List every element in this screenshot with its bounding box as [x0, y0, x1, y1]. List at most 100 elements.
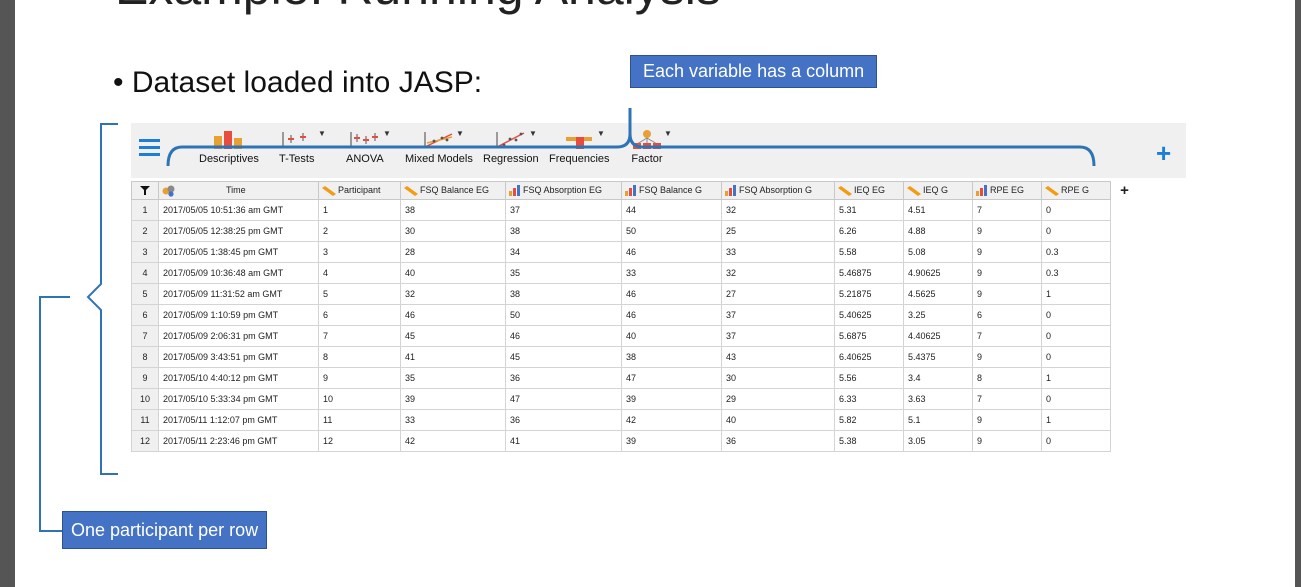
add-column-button[interactable]: + — [1110, 181, 1139, 200]
table-cell[interactable]: 11 — [318, 409, 401, 431]
table-row[interactable]: 1 2017/05/05 10:51:36 am GMT 1 38 37 44 32 5.31… — [131, 199, 1139, 221]
table-cell[interactable]: 38 — [505, 283, 622, 305]
anova-dropdown-icon[interactable]: ▼ — [383, 129, 391, 138]
table-cell[interactable]: 39 — [621, 430, 722, 452]
table-cell[interactable]: 4.5625 — [903, 283, 973, 305]
column-header-fsq-absorption-g[interactable]: FSQ Absorption G — [721, 181, 835, 200]
table-cell[interactable]: 4.90625 — [903, 262, 973, 284]
table-cell[interactable]: 8 — [972, 367, 1042, 389]
table-cell[interactable]: 2017/05/09 1:10:59 pm GMT — [158, 304, 319, 326]
row-number[interactable]: 5 — [131, 283, 159, 305]
table-cell[interactable]: 34 — [505, 241, 622, 263]
table-cell[interactable]: 25 — [721, 220, 835, 242]
table-cell[interactable]: 9 — [318, 367, 401, 389]
table-cell[interactable]: 0 — [1041, 325, 1111, 347]
table-cell[interactable]: 2017/05/05 10:51:36 am GMT — [158, 199, 319, 221]
table-cell[interactable]: 6.26 — [834, 220, 904, 242]
hamburger-icon[interactable] — [139, 139, 160, 160]
row-number[interactable]: 11 — [131, 409, 159, 431]
table-cell[interactable]: 0 — [1041, 199, 1111, 221]
table-cell[interactable]: 32 — [400, 283, 506, 305]
table-cell[interactable]: 3.4 — [903, 367, 973, 389]
row-number[interactable]: 1 — [131, 199, 159, 221]
table-cell[interactable]: 45 — [400, 325, 506, 347]
table-cell[interactable]: 1 — [318, 199, 401, 221]
table-row[interactable]: 10 2017/05/10 5:33:34 pm GMT 10 39 47 39 29 6.3… — [131, 388, 1139, 410]
table-cell[interactable]: 2017/05/10 5:33:34 pm GMT — [158, 388, 319, 410]
table-row[interactable]: 5 2017/05/09 11:31:52 am GMT 5 32 38 46 27 5.21… — [131, 283, 1139, 305]
table-cell[interactable]: 2017/05/09 2:06:31 pm GMT — [158, 325, 319, 347]
factor-dropdown-icon[interactable]: ▼ — [664, 129, 672, 138]
table-cell[interactable]: 46 — [400, 304, 506, 326]
descriptives-button[interactable]: Descriptives — [199, 129, 259, 165]
table-cell[interactable]: 30 — [400, 220, 506, 242]
table-cell[interactable]: 0 — [1041, 346, 1111, 368]
table-row[interactable]: 2 2017/05/05 12:38:25 pm GMT 2 30 38 50 25 6.26… — [131, 220, 1139, 242]
table-cell[interactable]: 33 — [721, 241, 835, 263]
table-row[interactable]: 3 2017/05/05 1:38:45 pm GMT 3 28 34 46 33 5.58 5… — [131, 241, 1139, 263]
table-cell[interactable]: 27 — [721, 283, 835, 305]
row-number[interactable]: 6 — [131, 304, 159, 326]
table-cell[interactable]: 29 — [721, 388, 835, 410]
table-cell[interactable]: 42 — [621, 409, 722, 431]
row-number[interactable]: 10 — [131, 388, 159, 410]
table-cell[interactable]: 47 — [505, 388, 622, 410]
table-cell[interactable]: 38 — [621, 346, 722, 368]
table-cell[interactable]: 33 — [621, 262, 722, 284]
table-cell[interactable]: 5.38 — [834, 430, 904, 452]
table-cell[interactable]: 2017/05/05 1:38:45 pm GMT — [158, 241, 319, 263]
frequencies-dropdown-icon[interactable]: ▼ — [597, 129, 605, 138]
table-cell[interactable]: 50 — [505, 304, 622, 326]
table-cell[interactable]: 5.82 — [834, 409, 904, 431]
anova-button[interactable]: ANOVA — [346, 129, 384, 165]
table-cell[interactable]: 9 — [972, 283, 1042, 305]
column-header-rpe-eg[interactable]: RPE EG — [972, 181, 1042, 200]
table-cell[interactable]: 2017/05/09 3:43:51 pm GMT — [158, 346, 319, 368]
table-cell[interactable]: 3.25 — [903, 304, 973, 326]
table-cell[interactable]: 28 — [400, 241, 506, 263]
column-header-fsq-balance-eg[interactable]: FSQ Balance EG — [400, 181, 506, 200]
table-row[interactable]: 11 2017/05/11 1:12:07 pm GMT 11 33 36 42 40 5.8… — [131, 409, 1139, 431]
table-cell[interactable]: 5.46875 — [834, 262, 904, 284]
column-header-fsq-absorption-eg[interactable]: FSQ Absorption EG — [505, 181, 622, 200]
row-number[interactable]: 8 — [131, 346, 159, 368]
table-cell[interactable]: 6 — [318, 304, 401, 326]
ttests-button[interactable]: T-Tests — [279, 129, 314, 165]
regression-dropdown-icon[interactable]: ▼ — [529, 129, 537, 138]
table-cell[interactable]: 45 — [505, 346, 622, 368]
column-header-ieq-g[interactable]: IEQ G — [903, 181, 973, 200]
table-cell[interactable]: 9 — [972, 346, 1042, 368]
table-cell[interactable]: 12 — [318, 430, 401, 452]
table-cell[interactable]: 6.40625 — [834, 346, 904, 368]
table-cell[interactable]: 2 — [318, 220, 401, 242]
table-cell[interactable]: 36 — [721, 430, 835, 452]
row-number[interactable]: 3 — [131, 241, 159, 263]
table-cell[interactable]: 37 — [505, 199, 622, 221]
table-cell[interactable]: 5.56 — [834, 367, 904, 389]
table-cell[interactable]: 4.88 — [903, 220, 973, 242]
table-cell[interactable]: 2017/05/10 4:40:12 pm GMT — [158, 367, 319, 389]
table-cell[interactable]: 42 — [400, 430, 506, 452]
column-header-time[interactable]: Time — [158, 181, 319, 200]
table-cell[interactable]: 9 — [972, 241, 1042, 263]
table-cell[interactable]: 0 — [1041, 388, 1111, 410]
row-number[interactable]: 9 — [131, 367, 159, 389]
table-cell[interactable]: 3 — [318, 241, 401, 263]
table-row[interactable]: 9 2017/05/10 4:40:12 pm GMT 9 35 36 47 30 5.56 3… — [131, 367, 1139, 389]
table-cell[interactable]: 38 — [505, 220, 622, 242]
table-cell[interactable]: 41 — [505, 430, 622, 452]
table-cell[interactable]: 3.63 — [903, 388, 973, 410]
table-cell[interactable]: 5.58 — [834, 241, 904, 263]
table-cell[interactable]: 37 — [721, 304, 835, 326]
table-cell[interactable]: 2017/05/11 1:12:07 pm GMT — [158, 409, 319, 431]
table-cell[interactable]: 40 — [721, 409, 835, 431]
table-cell[interactable]: 46 — [621, 241, 722, 263]
table-cell[interactable]: 36 — [505, 367, 622, 389]
row-number[interactable]: 2 — [131, 220, 159, 242]
table-cell[interactable]: 33 — [400, 409, 506, 431]
table-cell[interactable]: 5.6875 — [834, 325, 904, 347]
table-cell[interactable]: 9 — [972, 409, 1042, 431]
table-cell[interactable]: 8 — [318, 346, 401, 368]
table-cell[interactable]: 32 — [721, 262, 835, 284]
table-cell[interactable]: 39 — [621, 388, 722, 410]
